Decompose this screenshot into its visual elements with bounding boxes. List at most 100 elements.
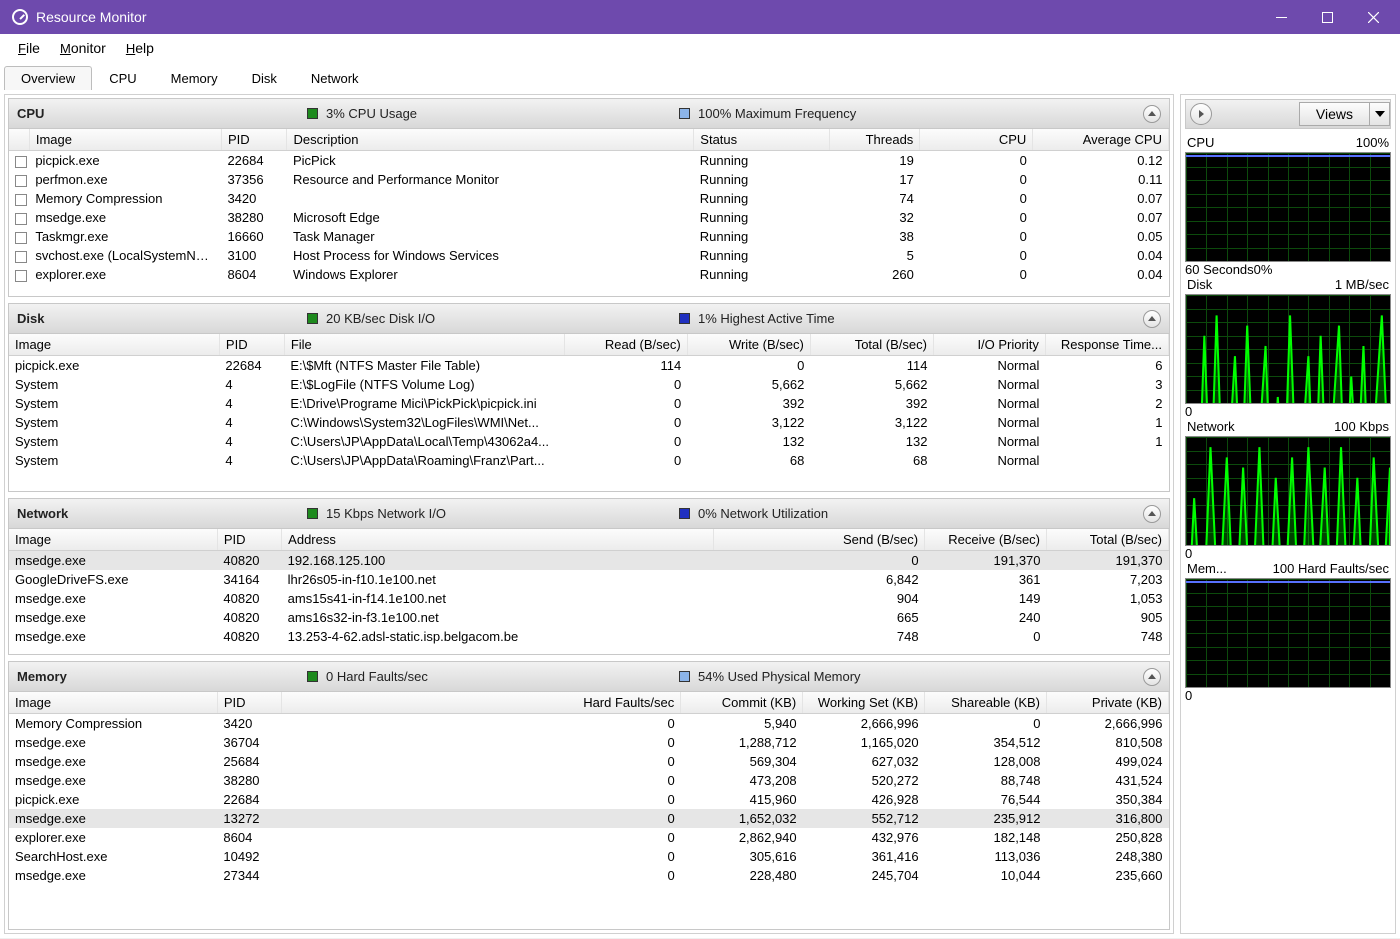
- maximize-button[interactable]: [1304, 0, 1350, 34]
- table-row[interactable]: picpick.exe22684PicPickRunning1900.12: [9, 151, 1169, 171]
- col-header[interactable]: Status: [694, 129, 830, 151]
- cell: [1045, 451, 1168, 470]
- cell: 4: [219, 451, 284, 470]
- col-header[interactable]: PID: [219, 334, 284, 356]
- col-header[interactable]: Total (B/sec): [1047, 529, 1169, 551]
- table-row[interactable]: explorer.exe860402,862,940432,976182,148…: [9, 828, 1169, 847]
- table-row[interactable]: GoogleDriveFS.exe34164lhr26s05-in-f10.1e…: [9, 570, 1169, 589]
- cell: msedge.exe: [9, 551, 217, 571]
- table-row[interactable]: System4C:\Windows\System32\LogFiles\WMI\…: [9, 413, 1169, 432]
- row-checkbox[interactable]: [15, 232, 27, 244]
- table-row[interactable]: msedge.exe40820ams15s41-in-f14.1e100.net…: [9, 589, 1169, 608]
- cell: Running: [694, 246, 830, 265]
- section-header-network[interactable]: Network15 Kbps Network I/O0% Network Uti…: [9, 499, 1169, 529]
- memory-grid[interactable]: ImagePIDHard Faults/secCommit (KB)Workin…: [9, 692, 1169, 929]
- row-checkbox[interactable]: [15, 251, 27, 263]
- section-header-memory[interactable]: Memory0 Hard Faults/sec54% Used Physical…: [9, 662, 1169, 692]
- tab-memory[interactable]: Memory: [154, 66, 235, 90]
- table-row[interactable]: System4C:\Users\JP\AppData\Local\Temp\43…: [9, 432, 1169, 451]
- table-row[interactable]: picpick.exe226840415,960426,92876,544350…: [9, 790, 1169, 809]
- col-header[interactable]: Description: [287, 129, 694, 151]
- disk-grid[interactable]: ImagePIDFileRead (B/sec)Write (B/sec)Tot…: [9, 334, 1169, 491]
- col-header[interactable]: I/O Priority: [933, 334, 1045, 356]
- col-header[interactable]: [9, 129, 29, 151]
- col-header[interactable]: Commit (KB): [681, 692, 803, 714]
- hide-panel-button[interactable]: [1190, 103, 1212, 125]
- table-row[interactable]: msedge.exe40820ams16s32-in-f3.1e100.net6…: [9, 608, 1169, 627]
- row-checkbox[interactable]: [15, 213, 27, 225]
- cell: Running: [694, 227, 830, 246]
- table-row[interactable]: SearchHost.exe104920305,616361,416113,03…: [9, 847, 1169, 866]
- col-header[interactable]: CPU: [920, 129, 1033, 151]
- views-button[interactable]: Views: [1299, 102, 1390, 126]
- tab-cpu[interactable]: CPU: [92, 66, 153, 90]
- collapse-icon[interactable]: [1143, 668, 1161, 686]
- views-dropdown-icon[interactable]: [1369, 103, 1389, 125]
- table-row[interactable]: msedge.exe273440228,480245,70410,044235,…: [9, 866, 1169, 885]
- table-row[interactable]: msedge.exe1327201,652,032552,712235,9123…: [9, 809, 1169, 828]
- col-header[interactable]: Receive (B/sec): [925, 529, 1047, 551]
- table-row[interactable]: msedge.exe382800473,208520,27288,748431,…: [9, 771, 1169, 790]
- cell: 0: [920, 227, 1033, 246]
- col-header[interactable]: PID: [217, 692, 281, 714]
- cell: 0: [920, 170, 1033, 189]
- col-header[interactable]: Read (B/sec): [564, 334, 687, 356]
- cell: 191,370: [1047, 551, 1169, 571]
- col-header[interactable]: PID: [221, 129, 287, 151]
- row-checkbox[interactable]: [15, 175, 27, 187]
- collapse-icon[interactable]: [1143, 310, 1161, 328]
- table-row[interactable]: Memory Compression342005,9402,666,99602,…: [9, 714, 1169, 734]
- col-header[interactable]: Total (B/sec): [810, 334, 933, 356]
- col-header[interactable]: Write (B/sec): [687, 334, 810, 356]
- col-header[interactable]: Average CPU: [1033, 129, 1169, 151]
- cell: 68: [687, 451, 810, 470]
- table-row[interactable]: msedge.exe256840569,304627,032128,008499…: [9, 752, 1169, 771]
- close-button[interactable]: [1350, 0, 1396, 34]
- col-header[interactable]: Response Time...: [1045, 334, 1168, 356]
- tab-disk[interactable]: Disk: [235, 66, 294, 90]
- cell: 0.11: [1033, 170, 1169, 189]
- tab-overview[interactable]: Overview: [4, 66, 92, 90]
- col-header[interactable]: Shareable (KB): [925, 692, 1047, 714]
- col-header[interactable]: Hard Faults/sec: [282, 692, 681, 714]
- table-row[interactable]: Taskmgr.exe16660Task ManagerRunning3800.…: [9, 227, 1169, 246]
- table-row[interactable]: System4E:\Drive\Programe Mici\PickPick\p…: [9, 394, 1169, 413]
- table-row[interactable]: msedge.exe3670401,288,7121,165,020354,51…: [9, 733, 1169, 752]
- row-checkbox[interactable]: [15, 194, 27, 206]
- col-header[interactable]: Image: [9, 334, 219, 356]
- menu-file[interactable]: File: [8, 38, 50, 58]
- minimize-button[interactable]: [1258, 0, 1304, 34]
- menu-monitor[interactable]: Monitor: [50, 38, 116, 58]
- col-header[interactable]: Working Set (KB): [803, 692, 925, 714]
- col-header[interactable]: Address: [282, 529, 714, 551]
- menu-help[interactable]: Help: [116, 38, 164, 58]
- cell: 0: [564, 451, 687, 470]
- table-row[interactable]: System4C:\Users\JP\AppData\Roaming\Franz…: [9, 451, 1169, 470]
- table-row[interactable]: Memory Compression3420Running7400.07: [9, 189, 1169, 208]
- network-grid[interactable]: ImagePIDAddressSend (B/sec)Receive (B/se…: [9, 529, 1169, 654]
- col-header[interactable]: PID: [217, 529, 281, 551]
- col-header[interactable]: Image: [9, 692, 217, 714]
- table-row[interactable]: msedge.exe40820192.168.125.1000191,37019…: [9, 551, 1169, 571]
- row-checkbox[interactable]: [15, 156, 27, 168]
- table-row[interactable]: msedge.exe38280Microsoft EdgeRunning3200…: [9, 208, 1169, 227]
- col-header[interactable]: Threads: [829, 129, 919, 151]
- table-row[interactable]: svchost.exe (LocalSystemNet...3100Host P…: [9, 246, 1169, 265]
- collapse-icon[interactable]: [1143, 105, 1161, 123]
- col-header[interactable]: File: [284, 334, 564, 356]
- table-row[interactable]: picpick.exe22684E:\$Mft (NTFS Master Fil…: [9, 356, 1169, 376]
- tab-network[interactable]: Network: [294, 66, 376, 90]
- cpu-grid[interactable]: ImagePIDDescriptionStatusThreadsCPUAvera…: [9, 129, 1169, 296]
- col-header[interactable]: Send (B/sec): [714, 529, 925, 551]
- table-row[interactable]: perfmon.exe37356Resource and Performance…: [9, 170, 1169, 189]
- col-header[interactable]: Image: [9, 529, 217, 551]
- table-row[interactable]: msedge.exe4082013.253-4-62.adsl-static.i…: [9, 627, 1169, 646]
- section-header-cpu[interactable]: CPU3% CPU Usage100% Maximum Frequency: [9, 99, 1169, 129]
- col-header[interactable]: Image: [29, 129, 221, 151]
- table-row[interactable]: explorer.exe8604Windows ExplorerRunning2…: [9, 265, 1169, 284]
- row-checkbox[interactable]: [15, 270, 27, 282]
- section-header-disk[interactable]: Disk20 KB/sec Disk I/O1% Highest Active …: [9, 304, 1169, 334]
- col-header[interactable]: Private (KB): [1047, 692, 1169, 714]
- table-row[interactable]: System4E:\$LogFile (NTFS Volume Log)05,6…: [9, 375, 1169, 394]
- collapse-icon[interactable]: [1143, 505, 1161, 523]
